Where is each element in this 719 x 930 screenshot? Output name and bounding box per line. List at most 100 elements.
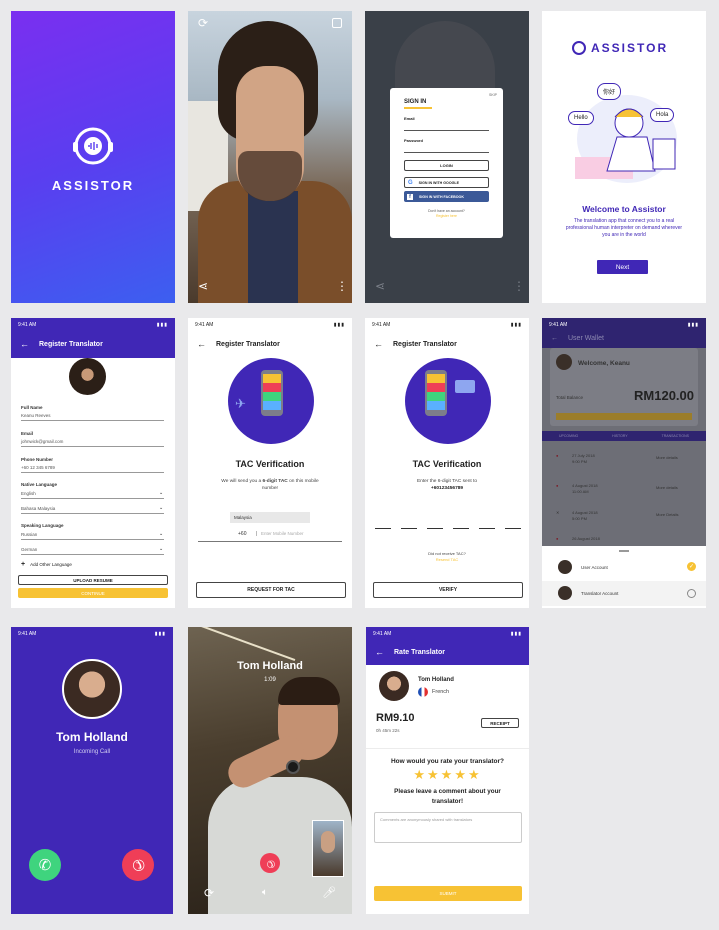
email-label: Email xyxy=(21,431,34,436)
brand-name: ASSISTOR xyxy=(51,178,135,193)
star-icon[interactable]: ★ xyxy=(441,767,455,782)
country-code[interactable]: +60 xyxy=(238,531,246,537)
back-arrow-icon[interactable]: ← xyxy=(551,335,558,342)
tac-digit-1[interactable] xyxy=(375,528,391,529)
continue-button[interactable]: CONTINUE xyxy=(18,588,168,598)
status-icons: ▮▮▮ xyxy=(687,322,699,328)
translator-account-option[interactable]: Translator Account xyxy=(542,581,706,606)
star-rating[interactable]: ★★★★★ xyxy=(366,767,529,783)
self-view-thumbnail[interactable] xyxy=(312,820,344,877)
request-tac-button[interactable]: REQUEST FOR TAC xyxy=(196,582,346,598)
status-dot-icon: ● xyxy=(556,483,559,488)
back-arrow-icon[interactable]: ← xyxy=(374,339,383,349)
fullname-field[interactable]: Keanu Reeves xyxy=(21,413,164,421)
mobile-number-input[interactable]: Enter Mobile Number xyxy=(256,531,304,536)
comment-title: Please leave a comment about your transl… xyxy=(394,788,501,805)
password-field[interactable] xyxy=(404,152,489,153)
tac-digit-5[interactable] xyxy=(479,528,495,529)
accept-call-button[interactable]: ✆ xyxy=(29,849,61,881)
tac-digit-2[interactable] xyxy=(401,528,417,529)
transaction-row[interactable]: ✕ 4 August 2018 5:00 PM More Details xyxy=(556,510,696,521)
tac-title: TAC Verification xyxy=(412,459,482,469)
star-icon[interactable]: ★ xyxy=(454,767,468,782)
status-icons: ▮▮▮ xyxy=(510,631,522,637)
share-icon[interactable]: ⋖ xyxy=(375,279,385,293)
login-button[interactable]: LOGIN xyxy=(404,160,489,171)
avatar[interactable] xyxy=(556,354,572,370)
support-agent-illustration xyxy=(575,95,677,183)
email-field[interactable] xyxy=(404,130,489,131)
speaker-icon[interactable]: 🔈︎ xyxy=(262,887,268,898)
back-arrow-icon[interactable]: ← xyxy=(20,339,29,349)
star-icon[interactable]: ★ xyxy=(468,767,482,782)
facebook-button[interactable]: f SIGN IN WITH FACEBOOK xyxy=(404,191,489,202)
tac-digit-3[interactable] xyxy=(427,528,443,529)
tac-title: TAC Verification xyxy=(235,459,305,469)
google-button[interactable]: G SIGN IN WITH GOOGLE xyxy=(404,177,489,188)
receipt-button[interactable]: RECEIPT xyxy=(481,718,519,728)
rotate-camera-icon[interactable]: ⟳ xyxy=(198,16,208,30)
star-icon[interactable]: ★ xyxy=(413,767,427,782)
gallery-icon[interactable] xyxy=(332,18,342,28)
signin-card: SKIP SIGN IN Email Password LOGIN G SIGN … xyxy=(390,88,503,238)
google-label: SIGN IN WITH GOOGLE xyxy=(418,180,460,185)
upload-resume-button[interactable]: UPLOAD RESUME xyxy=(18,575,168,585)
tac-digit-4[interactable] xyxy=(453,528,469,529)
tab-transactions[interactable]: TRANSACTIONS xyxy=(662,434,689,438)
speaking-language-select-2[interactable]: German xyxy=(21,547,164,555)
splash-screen: ASSISTOR xyxy=(11,11,175,303)
more-icon[interactable]: ⋮ xyxy=(336,279,348,293)
fullname-label: Full Name xyxy=(21,405,43,410)
verify-button[interactable]: VERIFY xyxy=(373,582,523,598)
rate-header: ← Rate Translator xyxy=(366,639,529,665)
video-caller-name: Tom Holland xyxy=(237,660,303,672)
comment-input[interactable]: Comments are anonymously shared with tra… xyxy=(374,812,522,843)
tab-history[interactable]: HISTORY xyxy=(612,434,627,438)
transaction-row[interactable]: ● 27 July 2018 9:00 PM More details xyxy=(556,453,696,464)
submit-button[interactable]: SUBMIT xyxy=(374,886,522,901)
bubble-hola: Hola xyxy=(650,108,675,122)
back-arrow-icon[interactable]: ← xyxy=(375,647,384,657)
country-select[interactable]: Malaysia xyxy=(230,512,310,523)
add-language-row[interactable]: + Add Other Language xyxy=(21,561,72,568)
tac-header: ← Register Translator xyxy=(365,330,529,358)
skip-link[interactable]: SKIP xyxy=(489,93,497,97)
user-account-option[interactable]: User Account ✓ xyxy=(542,556,706,579)
tac-digit-6[interactable] xyxy=(505,528,521,529)
end-call-button[interactable]: ✆ xyxy=(260,853,280,873)
back-arrow-icon[interactable]: ← xyxy=(197,339,206,349)
topup-bar[interactable] xyxy=(556,413,692,420)
call-duration: 0h 45m 22s xyxy=(376,728,400,733)
tab-upcoming[interactable]: UPCOMING xyxy=(559,434,578,438)
speaking-language-select-1[interactable]: Russian xyxy=(21,532,164,540)
resend-tac-link[interactable]: Resend TAC xyxy=(365,556,529,563)
share-icon[interactable]: ⋖ xyxy=(198,279,208,293)
welcome-title: Welcome to Assistor xyxy=(582,204,666,214)
balance-label: Total Balance xyxy=(556,395,584,400)
next-button[interactable]: Next xyxy=(597,260,648,274)
microphone-icon[interactable]: 🎤︎ xyxy=(322,886,336,899)
google-icon: G xyxy=(408,179,413,186)
phone-screen xyxy=(427,374,445,410)
tac-description: We will send you a 6-digit TAC on this m… xyxy=(221,479,319,491)
email-field[interactable]: johnwick@gmail.com xyxy=(21,439,164,447)
self-view-face xyxy=(321,831,335,853)
avatar[interactable] xyxy=(69,358,106,395)
register-screen: 9:41 AM ▮▮▮ ← Register Translator Full Nam… xyxy=(11,318,175,608)
translator-avatar xyxy=(379,671,409,701)
decline-call-button[interactable]: ✆ xyxy=(122,849,154,881)
status-dot-icon: ● xyxy=(556,536,559,541)
phone-input-underline xyxy=(198,541,342,542)
tac-digit-inputs[interactable] xyxy=(375,528,521,529)
native-language-select-1[interactable]: English xyxy=(21,491,164,499)
switch-camera-icon[interactable]: ⟳ xyxy=(204,886,214,900)
transaction-row[interactable]: ● 26 August 2018 xyxy=(556,536,696,541)
phone-field[interactable]: +60 12 345 6789 xyxy=(21,465,164,473)
native-language-select-2[interactable]: Bahasa Malaysia xyxy=(21,506,164,514)
transaction-row[interactable]: ● 4 August 2018 11:00 AM More details xyxy=(556,483,696,494)
star-icon[interactable]: ★ xyxy=(427,767,441,782)
more-icon[interactable]: ⋮ xyxy=(513,279,525,293)
register-link[interactable]: Register here xyxy=(390,214,503,218)
watch xyxy=(286,760,300,774)
tac-header-title: Register Translator xyxy=(216,340,280,348)
